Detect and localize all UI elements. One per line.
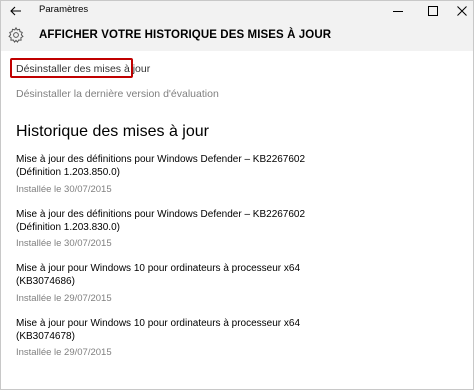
update-subtitle: (KB3074678) [16, 331, 75, 342]
update-status: Installée le 30/07/2015 [16, 238, 112, 249]
update-title: Mise à jour des définitions pour Windows… [16, 154, 306, 165]
update-title: Mise à jour pour Windows 10 pour ordinat… [16, 318, 301, 329]
maximize-button[interactable] [418, 1, 448, 21]
update-subtitle: (Définition 1.203.830.0) [16, 222, 120, 233]
page-title: AFFICHER VOTRE HISTORIQUE DES MISES À JO… [39, 29, 332, 41]
update-status: Installée le 30/07/2015 [16, 184, 112, 195]
close-icon [457, 6, 467, 16]
update-status: Installée le 29/07/2015 [16, 347, 112, 358]
history-heading: Historique des mises à jour [16, 123, 209, 140]
uninstall-updates-link[interactable]: Désinstaller des mises à jour [16, 63, 150, 75]
window-title: Paramètres [39, 4, 89, 15]
update-title: Mise à jour des définitions pour Windows… [16, 209, 306, 220]
close-button[interactable] [447, 1, 473, 21]
uninstall-preview-link[interactable]: Désinstaller la dernière version d'évalu… [16, 88, 219, 100]
title-bar: Paramètres [1, 1, 473, 21]
minimize-icon [393, 11, 403, 12]
update-subtitle: (Définition 1.203.850.0) [16, 167, 120, 178]
update-subtitle: (KB3074686) [16, 276, 75, 287]
back-arrow-icon [10, 6, 21, 16]
maximize-icon [428, 6, 438, 16]
minimize-button[interactable] [383, 1, 413, 21]
update-title: Mise à jour pour Windows 10 pour ordinat… [16, 263, 301, 274]
page-header: AFFICHER VOTRE HISTORIQUE DES MISES À JO… [1, 21, 473, 51]
settings-window: Paramètres AFFICHER VOTRE HISTORIQUE DES… [0, 0, 474, 390]
back-button[interactable] [1, 1, 31, 21]
gear-icon [8, 26, 24, 43]
update-status: Installée le 29/07/2015 [16, 293, 112, 304]
